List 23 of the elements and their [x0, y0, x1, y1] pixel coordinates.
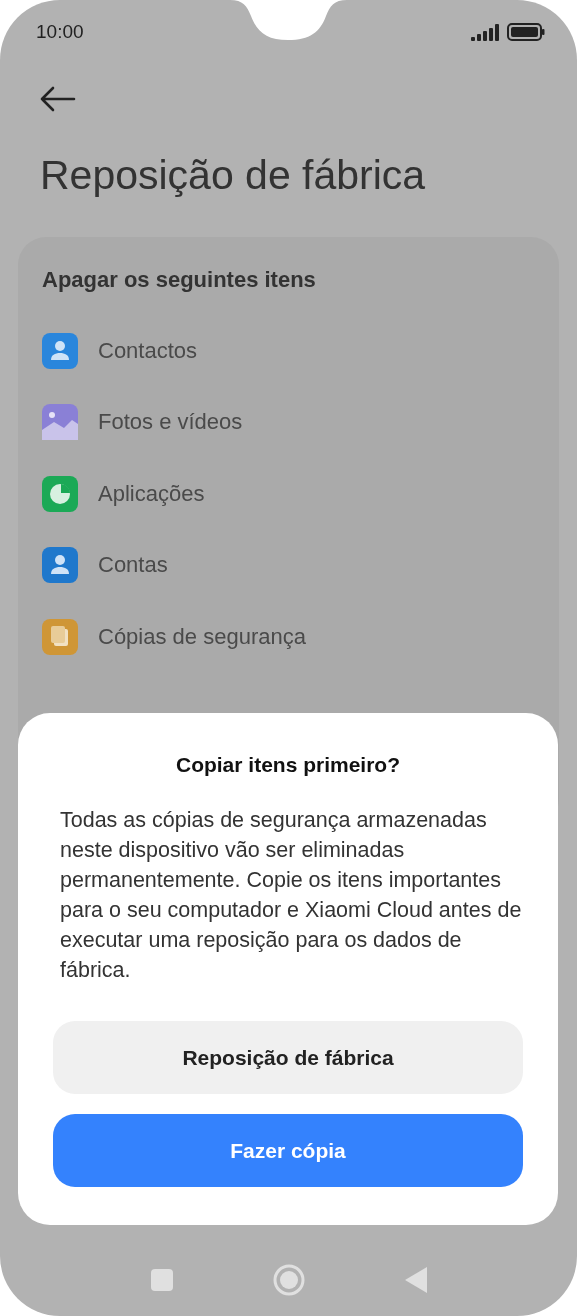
battery-icon: [507, 23, 545, 41]
item-label: Contas: [98, 552, 168, 579]
contact-icon: [42, 332, 78, 369]
home-icon[interactable]: [272, 1264, 305, 1296]
pie-chart-icon: [42, 475, 78, 512]
image-icon: [42, 404, 78, 441]
item-label: Cópias de segurança: [98, 623, 306, 650]
signal-icon: [471, 23, 499, 41]
page-title: Reposição de fábrica: [40, 152, 427, 199]
back-icon[interactable]: [404, 1267, 427, 1293]
reset-button[interactable]: Reposição de fábrica: [53, 1021, 523, 1094]
dialog-title: Copiar itens primeiro?: [174, 753, 401, 777]
backup-button[interactable]: Fazer cópia: [53, 1114, 523, 1187]
copy-icon: [42, 618, 78, 655]
item-label: Contactos: [98, 337, 198, 364]
status-time: 10:00: [36, 21, 84, 43]
item-label: Aplicações: [98, 480, 205, 507]
section-heading: Apagar os seguintes itens: [42, 267, 317, 293]
recents-icon[interactable]: [150, 1269, 173, 1291]
item-label: Fotos e vídeos: [98, 409, 243, 436]
dialog-message: Todas as cópias de segurança armazenadas neste dispositivo vão ser eliminadas permanentemente. Copie os itens importantes para o seu computador e Xiaomi Cloud antes de executar uma reposição para os dados de fábrica.: [60, 807, 523, 984]
person-icon: [42, 547, 78, 584]
back-arrow-icon[interactable]: [40, 86, 76, 112]
